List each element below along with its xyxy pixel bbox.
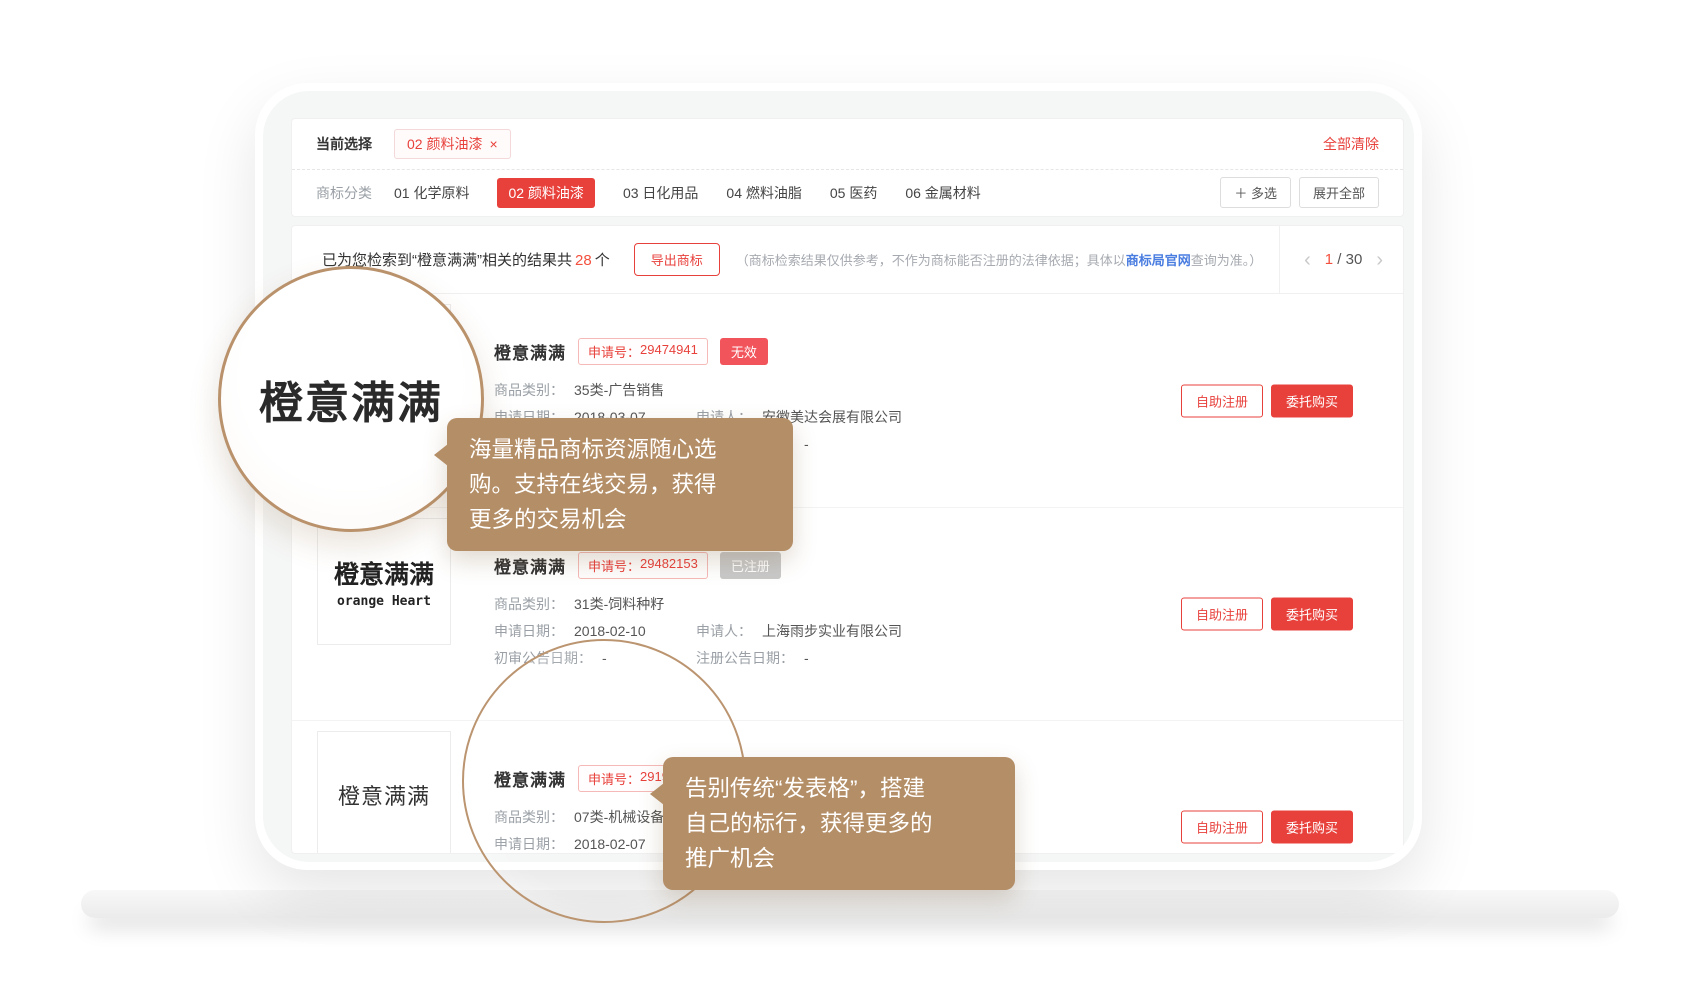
category-field-value: 07类-机械设备 [574, 807, 664, 827]
status-badge: 无效 [720, 338, 768, 365]
pagination: ‹ 1 / 30 › [1279, 226, 1403, 293]
application-number-badge: 申请号：29474941 [578, 338, 708, 365]
application-number-value: 29482153 [640, 556, 698, 575]
current-selection-label: 当前选择 [316, 134, 372, 154]
magnified-trademark-text: 橙意满满 [259, 367, 443, 431]
category-field-label: 商品类别： [494, 380, 564, 400]
apply-date-label: 申请日期： [494, 621, 564, 641]
category-item-05[interactable]: 05 医药 [830, 183, 877, 203]
application-number-value: 29474941 [640, 342, 698, 361]
row-actions: 自助注册 委托购买 [1181, 384, 1353, 417]
trademark-logo-subtext: orange Heart [337, 594, 431, 609]
promo-tooltip-marketplace: 海量精品商标资源随心选 购。支持在线交易，获得 更多的交易机会 [447, 418, 793, 551]
expand-all-button[interactable]: 展开全部 [1299, 177, 1379, 208]
category-filter-row: 商标分类 01 化学原料 02 颜料油漆 03 日化用品 04 燃料油脂 05 … [292, 170, 1403, 215]
trademark-logo: 橙意满满 orange Heart [317, 518, 451, 645]
applicant-value: 上海雨步实业有限公司 [762, 621, 902, 641]
total-pages: 30 [1346, 251, 1363, 268]
disclaimer-prefix: （商标检索结果仅供参考，不作为商标能否注册的法律依据；具体以 [736, 253, 1126, 268]
application-number-badge: 申请号：29482153 [578, 552, 708, 579]
application-number-label: 申请号： [588, 769, 640, 788]
magnifier-circle-logo: 橙意满满 [218, 266, 484, 532]
self-register-button[interactable]: 自助注册 [1181, 598, 1263, 631]
category-field-label: 商品类别： [494, 594, 564, 614]
trademark-office-link[interactable]: 商标局官网 [1126, 253, 1191, 268]
results-header: 已为您检索到“橙意满满”相关的结果共28个 导出商标 （商标检索结果仅供参考，不… [292, 226, 1403, 294]
application-number-label: 申请号： [588, 342, 640, 361]
category-item-03[interactable]: 03 日化用品 [623, 183, 698, 203]
page-indicator: 1 / 30 [1325, 251, 1363, 268]
selected-filter-tag-text: 02 颜料油漆 [407, 134, 482, 154]
promo-tooltip-storefront: 告别传统“发表格”，搭建 自己的标行，获得更多的 推广机会 [663, 757, 1015, 890]
applicant-label: 申请人： [696, 621, 752, 641]
disclaimer-suffix: 查询为准。） [1191, 253, 1263, 268]
category-field-value: 31类-饲料种籽 [574, 594, 664, 614]
category-item-01[interactable]: 01 化学原料 [394, 183, 469, 203]
remove-tag-icon[interactable]: × [489, 137, 497, 151]
apply-date-value: 2018-02-10 [574, 623, 646, 639]
self-register-button[interactable]: 自助注册 [1181, 811, 1263, 844]
clear-all-link[interactable]: 全部清除 [1323, 134, 1379, 154]
results-count: 28 [572, 252, 595, 269]
filter-actions: ＋ 多选 展开全部 [1220, 177, 1379, 208]
trademark-name: 橙意满满 [494, 766, 566, 791]
filter-panel: 当前选择 02 颜料油漆 × 全部清除 商标分类 01 化学原料 02 颜料油漆… [291, 118, 1404, 217]
entrust-buy-button[interactable]: 委托购买 [1271, 598, 1353, 631]
entrust-buy-button[interactable]: 委托购买 [1271, 811, 1353, 844]
first-pub-label: 初审公告日期： [494, 648, 592, 668]
category-item-02-selected[interactable]: 02 颜料油漆 [497, 178, 594, 208]
category-list: 01 化学原料 02 颜料油漆 03 日化用品 04 燃料油脂 05 医药 06… [394, 178, 981, 208]
apply-date-value: 2018-02-07 [574, 836, 646, 852]
laptop-base [81, 890, 1619, 918]
apply-date-label: 申请日期： [494, 834, 564, 854]
export-trademarks-button[interactable]: 导出商标 [634, 243, 720, 276]
trademark-logo-text: 橙意满满 [334, 555, 434, 591]
trademark-logo: 橙意满满 [317, 731, 451, 854]
trademark-name: 橙意满满 [494, 553, 566, 578]
reg-pub-label: 注册公告日期： [696, 648, 794, 668]
trademark-name: 橙意满满 [494, 339, 566, 364]
category-item-04[interactable]: 04 燃料油脂 [726, 183, 801, 203]
page-separator: / [1333, 251, 1346, 268]
category-field-label: 商品类别： [494, 807, 564, 827]
results-disclaimer: （商标检索结果仅供参考，不作为商标能否注册的法律依据；具体以商标局官网查询为准。… [736, 250, 1263, 269]
row-actions: 自助注册 委托购买 [1181, 811, 1353, 844]
next-page-icon[interactable]: › [1376, 250, 1383, 270]
trademark-logo-text: 橙意满满 [338, 779, 430, 811]
category-label: 商标分类 [316, 183, 372, 203]
selected-filter-tag[interactable]: 02 颜料油漆 × [394, 129, 511, 159]
status-badge: 已注册 [720, 552, 781, 579]
category-item-06[interactable]: 06 金属材料 [905, 183, 980, 203]
entrust-buy-button[interactable]: 委托购买 [1271, 384, 1353, 417]
current-selection-row: 当前选择 02 颜料油漆 × 全部清除 [292, 119, 1403, 170]
application-number-label: 申请号： [588, 556, 640, 575]
first-pub-value: - [602, 650, 607, 666]
self-register-button[interactable]: 自助注册 [1181, 384, 1263, 417]
row-actions: 自助注册 委托购买 [1181, 598, 1353, 631]
current-page: 1 [1325, 251, 1333, 268]
summary-unit: 个 [595, 252, 610, 269]
prev-page-icon[interactable]: ‹ [1304, 250, 1311, 270]
multi-select-button[interactable]: ＋ 多选 [1220, 177, 1291, 208]
page: 当前选择 02 颜料油漆 × 全部清除 商标分类 01 化学原料 02 颜料油漆… [0, 0, 1696, 1002]
reg-pub-value: - [804, 436, 809, 452]
reg-pub-value: - [804, 650, 809, 666]
category-field-value: 35类-广告销售 [574, 380, 664, 400]
